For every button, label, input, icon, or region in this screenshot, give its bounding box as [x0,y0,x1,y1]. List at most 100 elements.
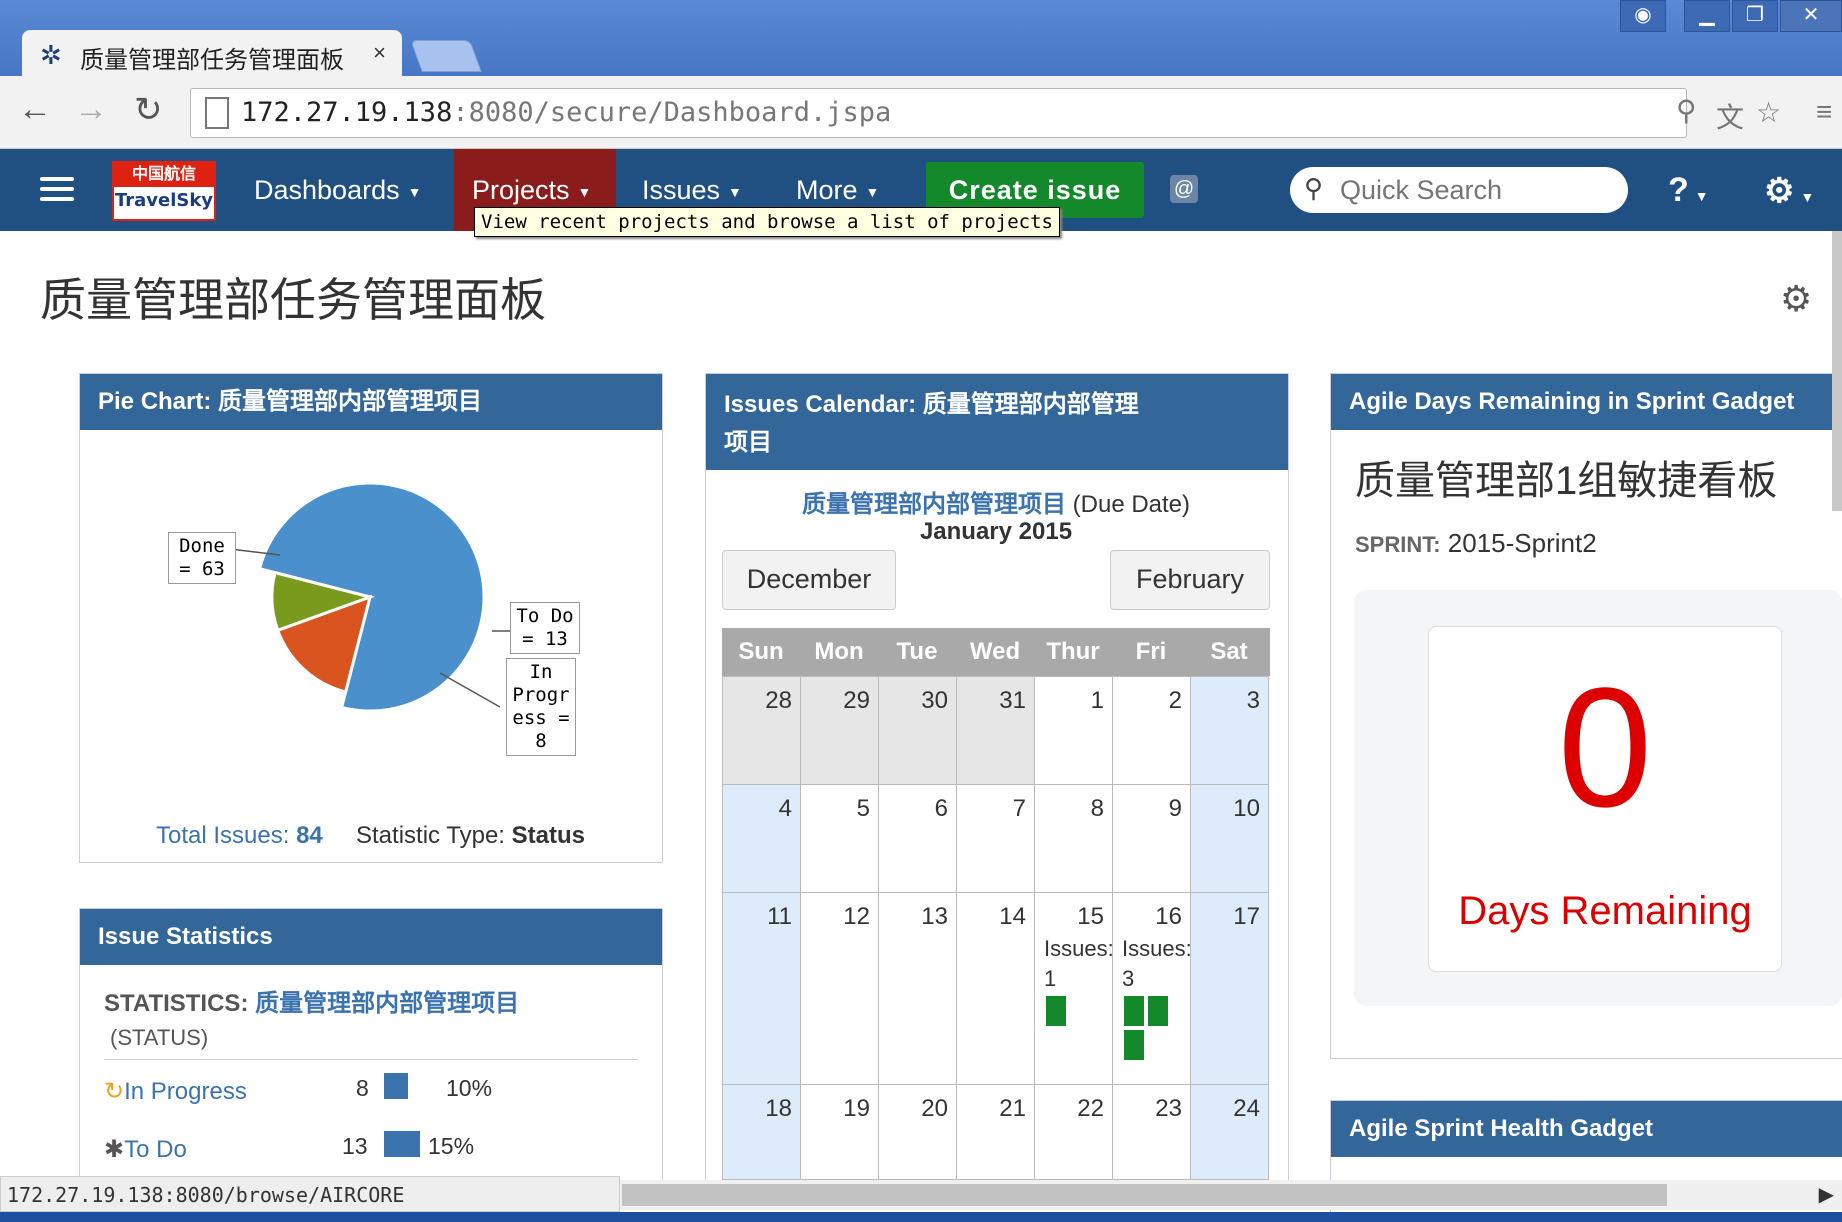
horizontal-scrollbar[interactable]: ▶ [620,1180,1842,1210]
statistic-type: Statistic Type: Status [356,822,585,849]
calendar-day-cell: 5 [800,784,879,893]
chevron-down-icon: ▼ [865,183,880,200]
issue-marker[interactable] [1046,996,1066,1026]
calendar-day-cell: 18 [722,1084,801,1180]
back-icon[interactable]: ← [18,90,52,129]
calendar-day-cell: 10 [1190,784,1269,893]
calendar-day-number: 30 [921,687,948,714]
stat-row-label[interactable]: To Do [124,1136,187,1163]
maximize-icon[interactable]: ❐ [1732,0,1778,32]
page-icon [205,97,229,129]
travelsky-logo[interactable]: 中国航信 TravelSky [112,161,216,221]
scroll-thumb[interactable] [622,1184,1667,1206]
prev-month-button[interactable]: December [722,550,896,610]
calendar-day-number: 9 [1168,795,1182,822]
translate-icon[interactable]: 文 [1716,96,1744,136]
gadget-title: Issue Statistics [80,909,662,965]
help-icon[interactable]: ? ▼ [1668,171,1709,210]
issue-marker[interactable] [1148,996,1168,1026]
calendar-day-cell: 23 [1112,1084,1191,1180]
minimize-icon[interactable]: ▁ [1684,0,1730,32]
key-icon[interactable]: ⚲ [1676,94,1697,127]
calendar-day-cell: 8 [1034,784,1113,893]
calendar-day-cell: 30 [878,676,957,785]
pie-label-done: Done = 63 [168,532,236,584]
app-switcher-icon[interactable] [40,171,74,207]
stat-count: 13 [342,1133,368,1159]
calendar-day-number: 6 [934,795,948,822]
in-progress-icon: ↻ [104,1078,125,1105]
calendar-day-cell: 4 [722,784,801,893]
mention-icon[interactable]: @ [1170,175,1198,203]
close-window-icon[interactable]: ✕ [1780,0,1842,32]
statistics-type: (STATUS) [110,1025,209,1050]
statistics-heading: STATISTICS: 质量管理部内部管理项目 [104,990,520,1017]
bookmark-star-icon[interactable]: ☆ [1756,96,1781,129]
forward-icon[interactable]: → [74,90,108,129]
days-remaining-value: 0 [1557,653,1653,843]
calendar-day-cell: 3 [1190,676,1269,785]
gadget-title: Agile Days Remaining in Sprint Gadget [1331,374,1842,430]
project-link[interactable]: 质量管理部内部管理项目 [255,990,519,1017]
calendar-day-number: 21 [999,1095,1026,1122]
chevron-down-icon: ▼ [728,183,742,200]
stat-percent: 10% [446,1075,493,1101]
calendar-day-number: 31 [999,687,1026,714]
page-title: 质量管理部任务管理面板 [40,274,546,326]
total-issues[interactable]: Total Issues: 84 [156,822,323,850]
calendar-day-number: 2 [1168,687,1182,714]
calendar-day-number: 15 [1077,903,1104,930]
pie-chart-gadget: Pie Chart: 质量管理部内部管理项目 Done = 63 To Do = 1… [79,373,663,863]
issue-marker[interactable] [1124,996,1144,1026]
chevron-down-icon: ▼ [577,183,592,200]
menu-icon[interactable]: ≡ [1816,96,1832,128]
issue-marker[interactable] [1124,1030,1144,1060]
calendar-day-number: 10 [1233,795,1260,822]
calendar-day-cell: 21 [956,1084,1035,1180]
vertical-scrollbar[interactable] [1832,231,1842,511]
calendar-project: 质量管理部内部管理项目 (Due Date) [801,491,1191,518]
new-tab-button[interactable] [410,40,482,72]
calendar-day-cell: 9 [1112,784,1191,893]
projects-tooltip: View recent projects and browse a list o… [474,207,1060,237]
calendar-day-number: 24 [1233,1095,1260,1122]
calendar-day-number: 19 [843,1095,870,1122]
calendar-day-number: 1 [1090,687,1104,714]
divider [104,1059,638,1060]
stat-bar [384,1073,408,1099]
calendar-day-number: 11 [767,903,792,930]
calendar-day-number: 16 [1155,903,1182,930]
calendar-day-number: 22 [1077,1095,1104,1122]
dashboard-tools-gear-icon[interactable]: ⚙ [1780,278,1812,320]
url-text: 172.27.19.138:8080/secure/Dashboard.jspa [241,97,892,128]
calendar-day-number: 4 [778,795,792,822]
taskbar-edge [0,1212,1842,1222]
address-bar[interactable]: 172.27.19.138:8080/secure/Dashboard.jspa [190,88,1687,138]
issues-count-link[interactable]: 3 [1122,966,1134,992]
gadget-title: Pie Chart: 质量管理部内部管理项目 [80,374,662,430]
calendar-day-number: 23 [1155,1095,1182,1122]
calendar-day-number: 7 [1012,795,1026,822]
stat-row-label[interactable]: In Progress [124,1078,247,1105]
board-name: 质量管理部1组敏捷看板 [1355,459,1778,503]
reload-icon[interactable]: ↻ [134,90,163,130]
calendar-day-cell: 13 [878,892,957,1085]
scroll-right-icon[interactable]: ▶ [1819,1182,1834,1207]
user-icon[interactable]: ◉ [1620,0,1666,32]
calendar-weekday-header: Sun Mon Tue Wed Thur Fri Sat [722,628,1270,676]
settings-gear-icon[interactable]: ⚙ ▼ [1764,171,1814,211]
calendar-day-cell: 17 [1190,892,1269,1085]
calendar-day-cell: 24 [1190,1084,1269,1180]
quick-search[interactable]: ⚲ [1290,167,1628,213]
jira-favicon-icon: ✲ [40,40,62,70]
issues-count-link[interactable]: 1 [1044,966,1056,992]
stat-count: 8 [356,1075,369,1101]
browser-tab[interactable]: ✲ 质量管理部任务管理面板 × [22,30,402,76]
next-month-button[interactable]: February [1110,550,1270,610]
menu-dashboards[interactable]: Dashboards ▼ [236,149,439,231]
quick-search-input[interactable] [1338,173,1612,207]
tab-close-icon[interactable]: × [373,40,386,66]
project-link[interactable]: 质量管理部内部管理项目 [802,491,1066,518]
calendar-day-cell: 20 [878,1084,957,1180]
pie-label-in-progress: In Progr ess = 8 [506,658,576,756]
